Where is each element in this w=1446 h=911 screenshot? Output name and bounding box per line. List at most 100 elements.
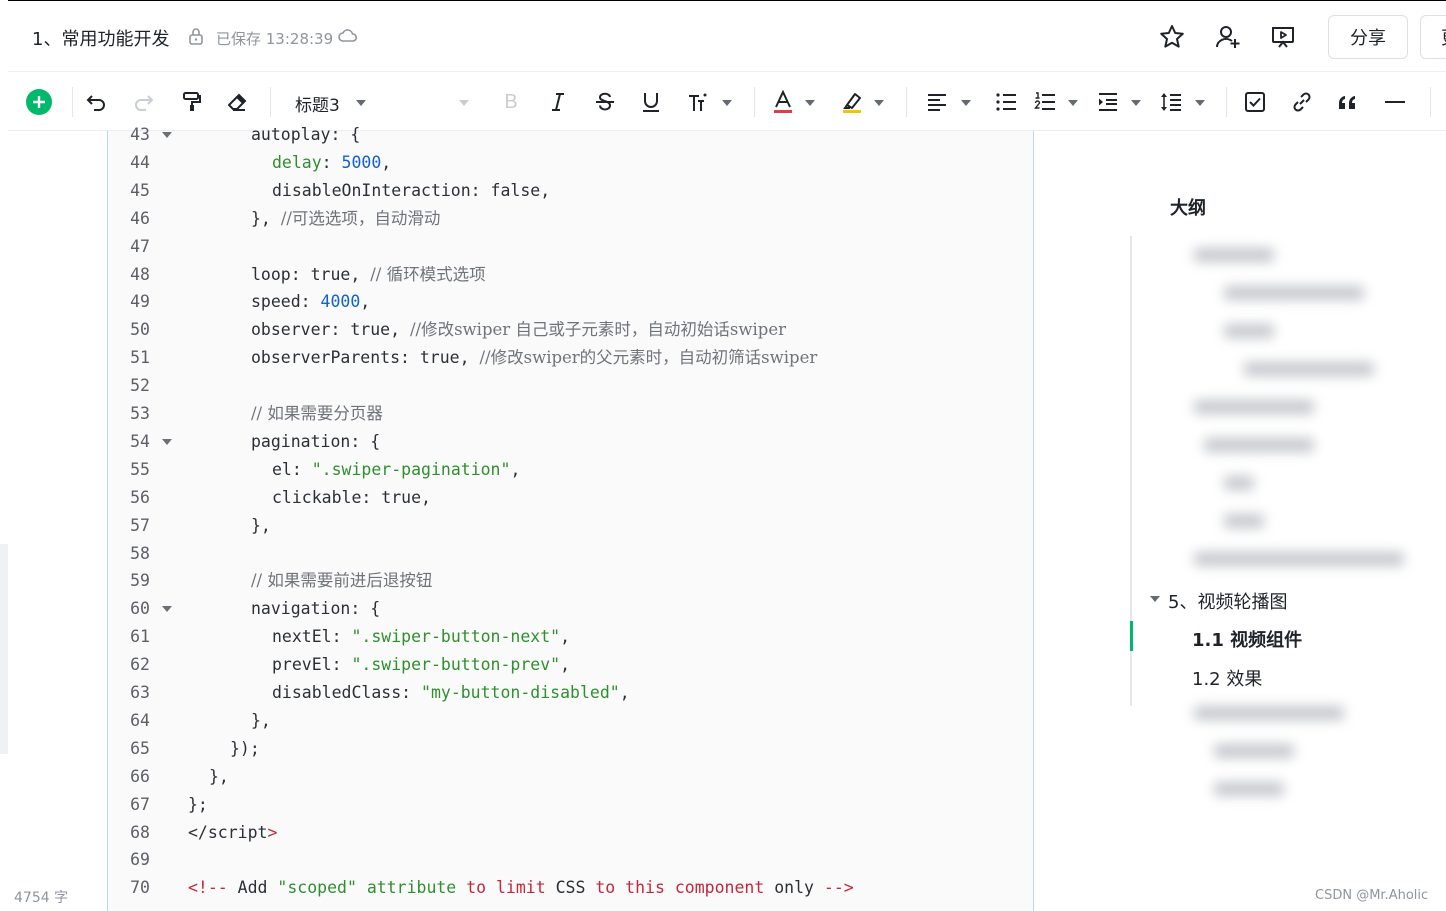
code-token: component [664,878,775,898]
horizontal-rule-icon [1385,101,1405,103]
code-line[interactable]: 46}, //可选选项，自动滑动 [108,205,1033,233]
link-icon [1293,92,1311,112]
toolbar-divider [270,87,271,117]
code-token: clickable: true, [272,487,431,507]
font-color-button[interactable] [770,89,796,115]
task-list-button[interactable] [1242,89,1268,115]
code-token: <!-- [188,878,238,898]
code-line[interactable]: 64}, [108,707,1033,735]
code-line[interactable]: 68 </script> [108,819,1033,847]
link-button[interactable] [1289,89,1315,115]
chevron-down-icon[interactable] [961,100,971,106]
bold-button[interactable]: B [498,89,524,115]
chevron-down-icon[interactable] [722,100,732,106]
code-line[interactable]: 48 loop: true, // 循环模式选项 [108,261,1033,289]
italic-button[interactable] [545,89,571,115]
quote-button[interactable] [1335,89,1361,115]
code-line[interactable]: 51 observerParents: true, //修改swiper的父元素时… [108,344,1033,372]
code-line[interactable]: 50 observer: true, //修改swiper 自己或子元素时，自动初… [108,316,1033,344]
code-line[interactable]: 67}; [108,791,1033,819]
code-token: //修改swiper的父元素时，自动初筛话swiper [479,348,818,368]
code-line[interactable]: 47 [108,233,1033,261]
code-line[interactable]: 63 disabledClass: "my-button-disabled", [108,679,1033,707]
code-token: > [267,822,278,842]
share-button[interactable]: 分享 [1328,15,1408,59]
code-line[interactable]: 59 // 如果需要前进后退按钮 [108,567,1033,595]
chevron-down-icon[interactable] [1195,100,1205,106]
chevron-down-icon[interactable] [805,100,815,106]
outline-item-active[interactable]: 1.1 视频组件 [1192,626,1302,652]
outline-item[interactable]: 1.2 效果 [1192,665,1262,691]
line-number: 53 [130,404,150,423]
code-line[interactable]: 62 prevEl: ".swiper-button-prev", [108,651,1033,679]
fold-toggle-icon[interactable] [162,132,172,138]
redo-button[interactable] [130,89,156,115]
chevron-down-icon[interactable] [1131,100,1141,106]
code-line[interactable]: 66}, [108,763,1033,791]
code-line[interactable]: 53 // 如果需要分页器 [108,400,1033,428]
underline-button[interactable] [638,89,664,115]
code-line[interactable]: 55 el: ".swiper-pagination", [108,456,1033,484]
chevron-down-icon[interactable] [1068,100,1078,106]
fold-toggle-icon[interactable] [162,438,172,445]
checkbox-icon [1245,92,1265,112]
bullet-list-button[interactable] [993,89,1019,115]
chevron-down-icon[interactable] [874,100,884,106]
more-button[interactable]: 更 [1420,15,1446,59]
insert-block-button[interactable] [26,89,52,115]
code-token: Add [237,878,278,898]
code-token: //修改swiper 自己或子元素时，自动初始话swiper [409,320,786,340]
code-line[interactable]: 45 disableOnInteraction: false, [108,177,1033,205]
undo-button[interactable] [84,89,110,115]
align-button[interactable] [924,89,950,115]
code-block[interactable]: 43 autoplay: {44 delay: 5000, 45 disableOnIn… [107,125,1034,911]
code-line[interactable]: 44 delay: 5000, [108,149,1033,177]
code-text: pagination: { [251,428,380,456]
add-collaborator-icon[interactable] [1214,23,1242,51]
highlight-button[interactable] [839,89,865,115]
code-line[interactable]: 43 autoplay: { [108,121,1033,149]
format-painter-button[interactable] [179,89,205,115]
code-line[interactable]: 60 navigation: { [108,595,1033,623]
divider-button[interactable] [1382,89,1408,115]
line-spacing-button[interactable] [1158,89,1184,115]
strikethrough-button[interactable] [592,89,618,115]
code-text: <!-- Add "scoped" attribute to limit CSS… [188,874,854,902]
scroll-marker[interactable] [0,544,8,754]
doc-title[interactable]: 1、常用功能开发 [32,25,169,51]
code-text: }, //可选选项，自动滑动 [251,205,440,233]
text-size-button[interactable] [685,89,711,115]
code-line[interactable]: 61 nextEl: ".swiper-button-next", [108,623,1033,651]
ordered-list-button[interactable] [1032,89,1058,115]
code-line[interactable]: 56 clickable: true, [108,484,1033,512]
code-token: to [585,878,626,898]
fold-toggle-icon[interactable] [162,606,172,613]
blurred-outline-region [1134,236,1424,576]
code-token: speed: [251,292,321,312]
code-text: disabledClass: "my-button-disabled", [272,679,630,707]
clear-format-button[interactable] [224,89,250,115]
code-text: disableOnInteraction: false, [272,177,550,205]
code-token: , [381,152,392,172]
star-icon[interactable] [1158,23,1186,51]
chevron-down-icon[interactable] [459,100,469,106]
line-number: 54 [130,431,150,451]
code-line[interactable]: 49 speed: 4000, [108,288,1033,316]
outline-item[interactable]: 5、视频轮播图 [1168,588,1287,614]
present-icon[interactable] [1269,23,1297,51]
code-line[interactable]: 52 [108,372,1033,400]
code-text: autoplay: { [251,121,360,149]
code-line[interactable]: 54 pagination: { [108,428,1033,456]
line-number: 67 [130,794,150,814]
heading-select[interactable]: 标题3 [295,91,340,116]
doc-header: 1、常用功能开发 已保存 13:28:39 分享 更 [8,0,1446,72]
code-line[interactable]: 57}, [108,512,1033,540]
code-line[interactable]: 65}); [108,735,1033,763]
code-line[interactable]: 70 <!-- Add "scoped" attribute to limit C… [108,874,1033,902]
indent-button[interactable] [1095,89,1121,115]
collapse-caret-icon[interactable] [1150,596,1160,602]
code-line[interactable]: 58 [108,540,1033,568]
code-line[interactable]: 69 [108,846,1033,874]
code-token: // 如果需要前进后退按钮 [251,571,433,591]
toolbar-divider [754,87,755,117]
